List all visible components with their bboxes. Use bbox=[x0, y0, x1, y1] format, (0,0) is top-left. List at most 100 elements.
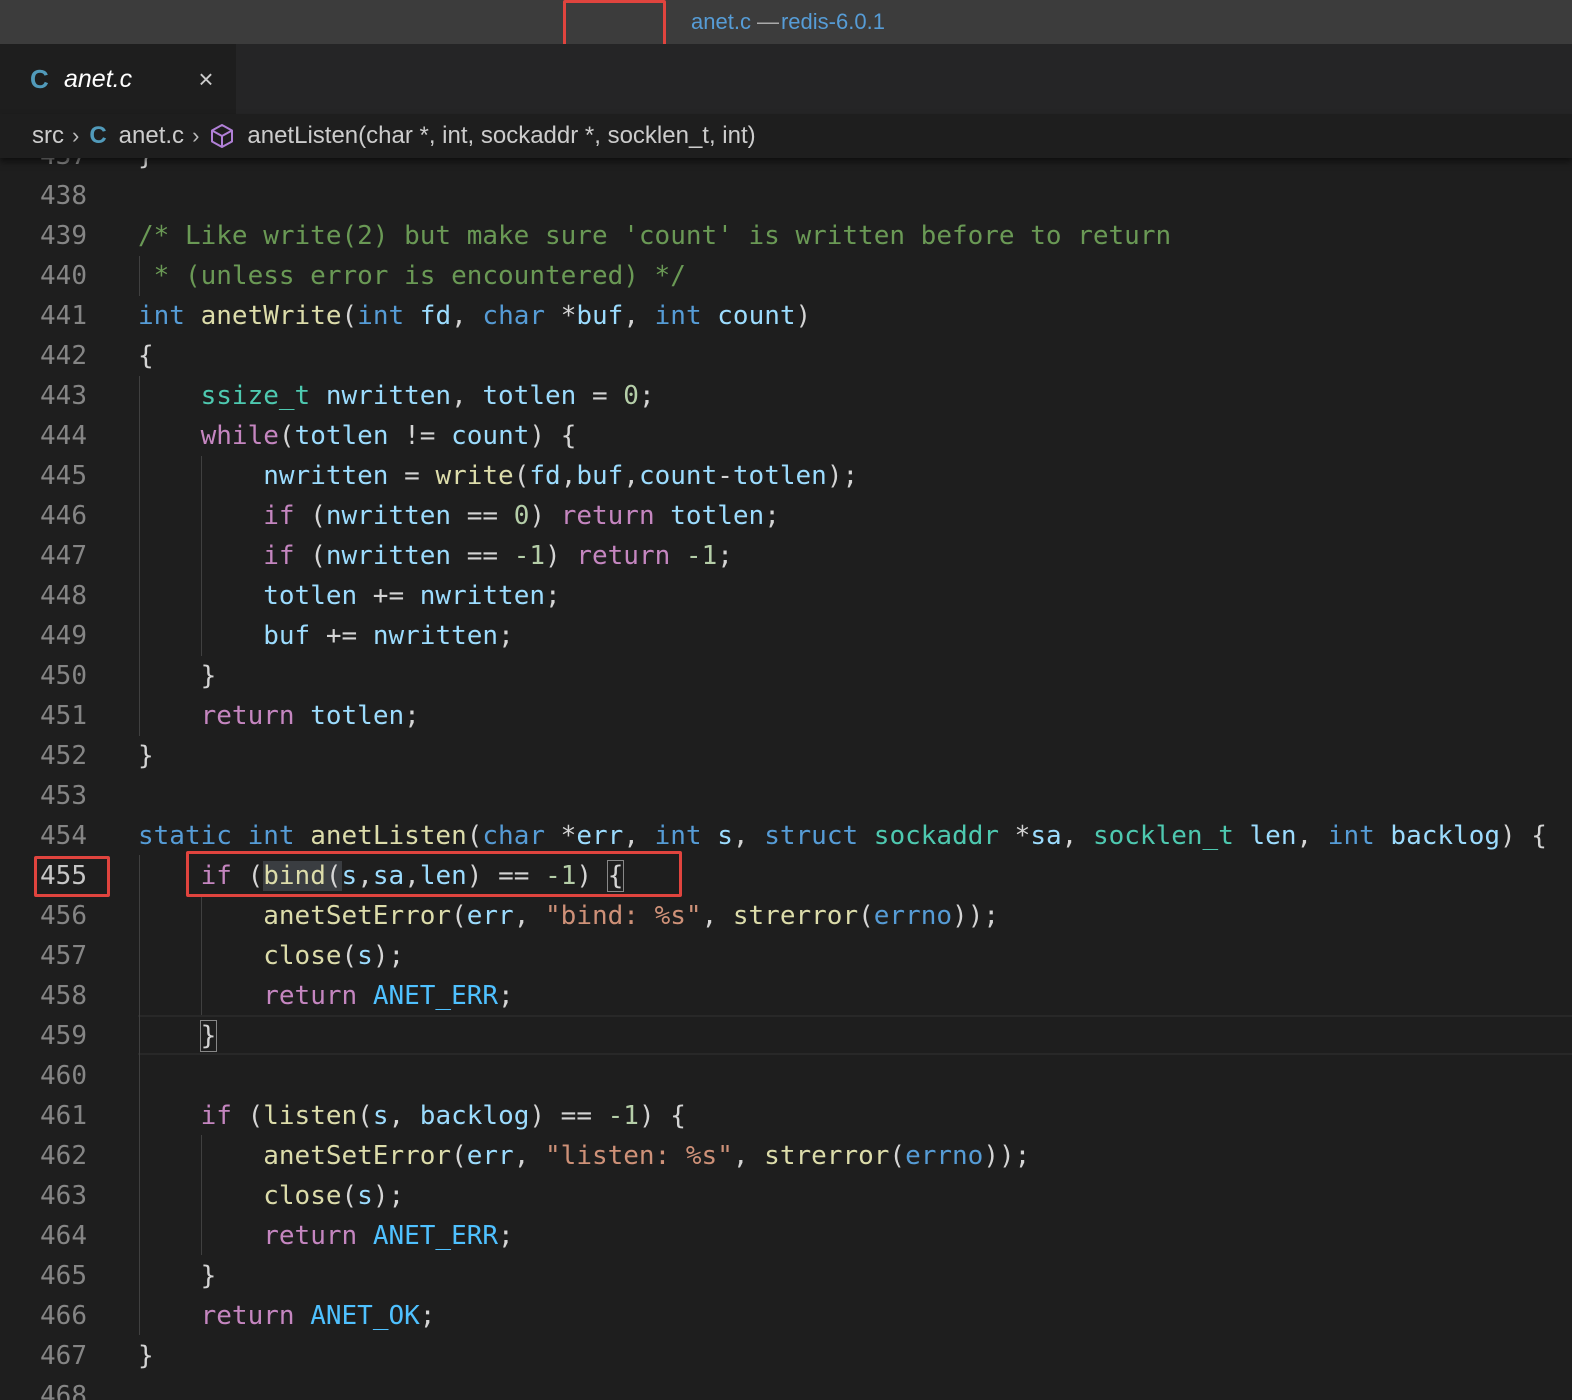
code-text[interactable]: if (listen(s, backlog) == -1) { bbox=[138, 1096, 686, 1136]
code-text[interactable]: anetSetError(err, "bind: %s", strerror(e… bbox=[138, 896, 999, 936]
line-number[interactable]: 467 bbox=[0, 1336, 87, 1376]
code-text[interactable]: nwritten = write(fd,buf,count-totlen); bbox=[138, 456, 858, 496]
code-line[interactable]: 456 anetSetError(err, "bind: %s", strerr… bbox=[0, 896, 1572, 936]
code-text[interactable]: buf += nwritten; bbox=[138, 616, 513, 656]
code-text[interactable]: } bbox=[138, 158, 154, 176]
line-number[interactable]: 455 bbox=[0, 856, 87, 896]
code-editor[interactable]: 437}438439/* Like write(2) but make sure… bbox=[0, 158, 1572, 1400]
line-number[interactable]: 439 bbox=[0, 216, 87, 256]
code-line[interactable]: 446 if (nwritten == 0) return totlen; bbox=[0, 496, 1572, 536]
code-line[interactable]: 460 bbox=[0, 1056, 1572, 1096]
code-line[interactable]: 452} bbox=[0, 736, 1572, 776]
line-number[interactable]: 442 bbox=[0, 336, 87, 376]
code-text[interactable]: { bbox=[138, 336, 154, 376]
line-number[interactable]: 458 bbox=[0, 976, 87, 1016]
code-text[interactable]: } bbox=[138, 1256, 217, 1296]
line-number[interactable]: 464 bbox=[0, 1216, 87, 1256]
code-line[interactable]: 441 int anetWrite(int fd, char *buf, int … bbox=[0, 296, 1572, 336]
line-number[interactable]: 448 bbox=[0, 576, 87, 616]
code-token: } bbox=[199, 1020, 218, 1052]
line-number[interactable]: 449 bbox=[0, 616, 87, 656]
code-line[interactable]: 450 } bbox=[0, 656, 1572, 696]
line-number[interactable]: 446 bbox=[0, 496, 87, 536]
code-text[interactable]: ssize_t nwritten, totlen = 0; bbox=[138, 376, 655, 416]
line-number[interactable]: 457 bbox=[0, 936, 87, 976]
code-text[interactable]: int anetWrite(int fd, char *buf, int cou… bbox=[138, 296, 811, 336]
code-line[interactable]: 459 } bbox=[0, 1016, 1572, 1056]
line-number[interactable]: 454 bbox=[0, 816, 87, 856]
code-text[interactable]: return ANET_ERR; bbox=[138, 1216, 513, 1256]
code-line[interactable]: 458 return ANET_ERR; bbox=[0, 976, 1572, 1016]
code-line[interactable]: 466 return ANET_OK; bbox=[0, 1296, 1572, 1336]
code-line[interactable]: 468 bbox=[0, 1376, 1572, 1400]
line-number[interactable]: 466 bbox=[0, 1296, 87, 1336]
code-line[interactable]: 448 totlen += nwritten; bbox=[0, 576, 1572, 616]
code-text[interactable]: return ANET_ERR; bbox=[138, 976, 513, 1016]
code-text[interactable]: if (bind(s,sa,len) == -1) { bbox=[138, 856, 625, 896]
code-text[interactable]: static int anetListen(char *err, int s, … bbox=[138, 816, 1547, 856]
breadcrumb-folder[interactable]: src bbox=[32, 122, 64, 150]
breadcrumb-symbol[interactable]: anetListen(char *, int, sockaddr *, sock… bbox=[247, 122, 755, 150]
code-line[interactable]: 438 bbox=[0, 176, 1572, 216]
line-number[interactable]: 445 bbox=[0, 456, 87, 496]
code-text[interactable]: * (unless error is encountered) */ bbox=[138, 256, 686, 296]
code-text[interactable]: } bbox=[138, 736, 154, 776]
code-text[interactable]: return totlen; bbox=[138, 696, 420, 736]
code-line[interactable]: 445 nwritten = write(fd,buf,count-totlen… bbox=[0, 456, 1572, 496]
line-number[interactable]: 456 bbox=[0, 896, 87, 936]
line-number[interactable]: 451 bbox=[0, 696, 87, 736]
code-line[interactable]: 455 if (bind(s,sa,len) == -1) { bbox=[0, 856, 1572, 896]
code-text[interactable]: close(s); bbox=[138, 936, 404, 976]
code-text[interactable]: if (nwritten == -1) return -1; bbox=[138, 536, 733, 576]
close-icon[interactable]: × bbox=[192, 65, 220, 93]
code-line[interactable]: 465 } bbox=[0, 1256, 1572, 1296]
code-line[interactable]: 440 * (unless error is encountered) */ bbox=[0, 256, 1572, 296]
code-line[interactable]: 442 { bbox=[0, 336, 1572, 376]
code-line[interactable]: 461 if (listen(s, backlog) == -1) { bbox=[0, 1096, 1572, 1136]
code-text[interactable]: anetSetError(err, "listen: %s", strerror… bbox=[138, 1136, 1030, 1176]
code-text[interactable]: } bbox=[138, 1016, 218, 1056]
code-line[interactable]: 453 bbox=[0, 776, 1572, 816]
code-line[interactable]: 464 return ANET_ERR; bbox=[0, 1216, 1572, 1256]
line-number[interactable]: 441 bbox=[0, 296, 87, 336]
code-text[interactable]: } bbox=[138, 1336, 154, 1376]
line-number[interactable]: 465 bbox=[0, 1256, 87, 1296]
tab-anet-c[interactable]: C anet.c × bbox=[0, 44, 236, 114]
code-line[interactable]: 454 static int anetListen(char *err, int … bbox=[0, 816, 1572, 856]
line-number[interactable]: 453 bbox=[0, 776, 87, 816]
code-token: errno bbox=[873, 901, 953, 931]
line-number[interactable]: 447 bbox=[0, 536, 87, 576]
code-line[interactable]: 444 while(totlen != count) { bbox=[0, 416, 1572, 456]
code-line[interactable]: 439 /* Like write(2) but make sure 'count… bbox=[0, 216, 1572, 256]
code-line[interactable]: 447 if (nwritten == -1) return -1; bbox=[0, 536, 1572, 576]
line-number[interactable]: 438 bbox=[0, 176, 87, 216]
line-number[interactable]: 460 bbox=[0, 1056, 87, 1096]
line-number[interactable]: 461 bbox=[0, 1096, 87, 1136]
line-number[interactable]: 463 bbox=[0, 1176, 87, 1216]
line-number[interactable]: 452 bbox=[0, 736, 87, 776]
code-line[interactable]: 467} bbox=[0, 1336, 1572, 1376]
code-text[interactable]: /* Like write(2) but make sure 'count' i… bbox=[138, 216, 1171, 256]
breadcrumb-file[interactable]: anet.c bbox=[119, 122, 184, 150]
code-line[interactable]: 463 close(s); bbox=[0, 1176, 1572, 1216]
code-line[interactable]: 449 buf += nwritten; bbox=[0, 616, 1572, 656]
code-text[interactable]: } bbox=[138, 656, 217, 696]
line-number[interactable]: 462 bbox=[0, 1136, 87, 1176]
line-number[interactable]: 468 bbox=[0, 1376, 87, 1400]
line-number[interactable]: 459 bbox=[0, 1016, 87, 1056]
code-text[interactable]: close(s); bbox=[138, 1176, 404, 1216]
code-text[interactable]: return ANET_OK; bbox=[138, 1296, 436, 1336]
line-number[interactable]: 450 bbox=[0, 656, 87, 696]
code-line[interactable]: 437} bbox=[0, 158, 1572, 176]
code-text[interactable]: totlen += nwritten; bbox=[138, 576, 560, 616]
code-line[interactable]: 451 return totlen; bbox=[0, 696, 1572, 736]
line-number[interactable]: 437 bbox=[0, 158, 87, 176]
code-line[interactable]: 443 ssize_t nwritten, totlen = 0; bbox=[0, 376, 1572, 416]
line-number[interactable]: 444 bbox=[0, 416, 87, 456]
code-line[interactable]: 462 anetSetError(err, "listen: %s", stre… bbox=[0, 1136, 1572, 1176]
code-line[interactable]: 457 close(s); bbox=[0, 936, 1572, 976]
line-number[interactable]: 440 bbox=[0, 256, 87, 296]
line-number[interactable]: 443 bbox=[0, 376, 87, 416]
code-text[interactable]: while(totlen != count) { bbox=[138, 416, 577, 456]
code-text[interactable]: if (nwritten == 0) return totlen; bbox=[138, 496, 780, 536]
